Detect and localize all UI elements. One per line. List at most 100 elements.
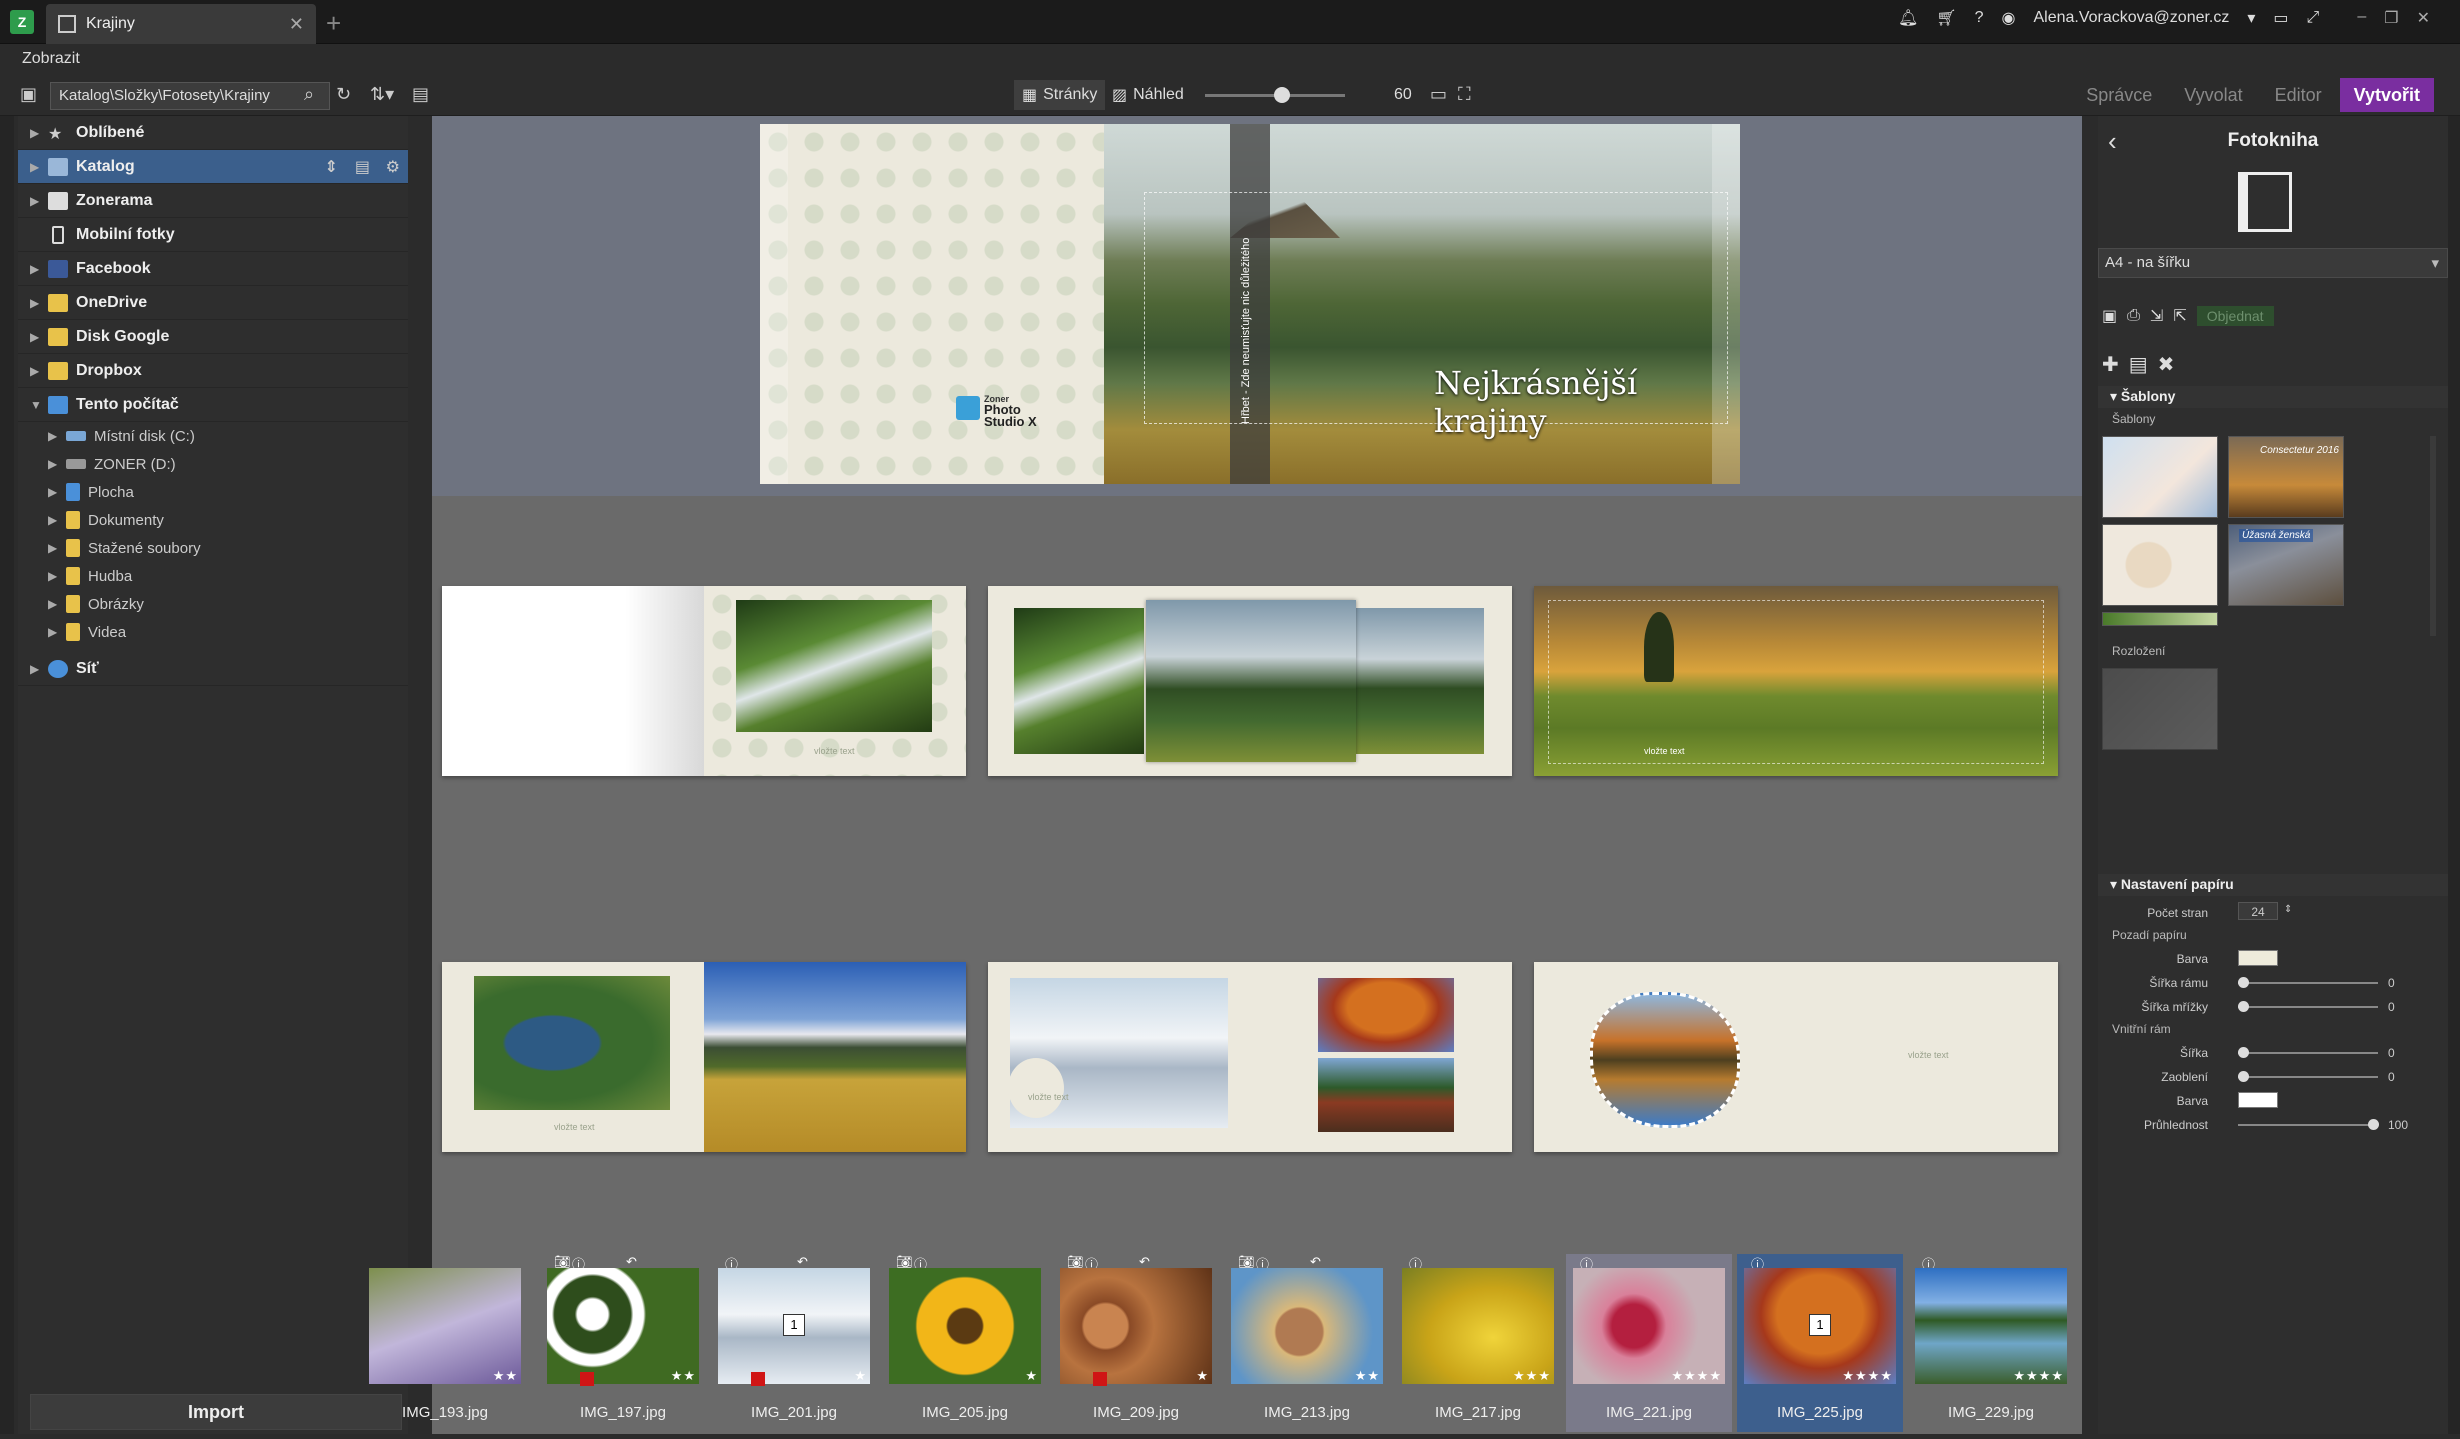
rating-stars[interactable]: ★ [1025, 1368, 1038, 1384]
grid-width-slider[interactable] [2238, 1001, 2378, 1012]
slider-knob[interactable] [2238, 1071, 2249, 1082]
monitor-icon[interactable]: ▭ [2273, 8, 2288, 28]
expand-arrow-icon[interactable]: ▶ [48, 513, 66, 527]
expand-arrow-icon[interactable]: ▶ [48, 597, 66, 611]
nav-onedrive[interactable]: ▶ OneDrive [18, 286, 408, 320]
nav-drive-c[interactable]: ▶ Místní disk (C:) [18, 422, 408, 450]
zoom-slider[interactable] [1205, 87, 1345, 103]
template-wedding[interactable] [2102, 524, 2218, 606]
inner-width-slider[interactable] [2238, 1047, 2378, 1058]
frame-width-slider[interactable] [2238, 977, 2378, 988]
preview-view-button[interactable]: ▨ Náhled [1104, 80, 1192, 110]
left-collapse-bar[interactable] [0, 116, 14, 1434]
rounding-slider[interactable] [2238, 1071, 2378, 1082]
right-collapse-bar[interactable] [2448, 116, 2460, 1434]
nav-music[interactable]: ▶ Hudba [18, 562, 408, 590]
photo-river-bend[interactable] [474, 976, 670, 1110]
thumbnail-selected[interactable]: ⓘ 1 ★★★★ IMG_225.jpg [1737, 1254, 1903, 1432]
rating-stars[interactable]: ★★ [493, 1368, 518, 1384]
color-label-red[interactable] [580, 1372, 594, 1386]
nav-network[interactable]: ▶ Síť [18, 652, 408, 686]
slider-knob[interactable] [2238, 1047, 2249, 1058]
page-count-input[interactable]: 24 [2238, 902, 2278, 920]
folder-icon[interactable]: ▤ [2129, 352, 2148, 377]
tab-krajiny[interactable]: Krajiny ✕ [46, 4, 316, 44]
import-button[interactable]: Import [30, 1394, 402, 1430]
rating-stars[interactable]: ★★★★ [2013, 1368, 2064, 1384]
paper-color-swatch[interactable] [2238, 950, 2278, 966]
menu-view[interactable]: Zobrazit [22, 50, 80, 67]
close-tab-icon[interactable]: ✕ [289, 14, 304, 35]
thumbnail-highlighted[interactable]: ⓘ ★★★★ IMG_221.jpg [1566, 1254, 1732, 1432]
photo-waterfall[interactable] [736, 600, 932, 732]
stepper-icon[interactable]: ⇕ [2284, 904, 2292, 915]
expand-arrow-icon[interactable]: ▶ [30, 296, 48, 310]
nav-pictures[interactable]: ▶ Obrázky [18, 590, 408, 618]
thumbnail[interactable]: ⓘ ★★★★ IMG_229.jpg [1908, 1254, 2074, 1432]
rating-stars[interactable]: ★★ [671, 1368, 696, 1384]
zoom-slider-knob[interactable] [1274, 87, 1290, 103]
template-city[interactable]: Consectetur 2016 [2228, 436, 2344, 518]
slider-knob[interactable] [2368, 1119, 2379, 1130]
folder-up-icon[interactable]: ▣ [20, 84, 37, 105]
photo-wheat-field[interactable] [704, 962, 966, 1152]
nav-catalog[interactable]: ▶ Katalog ⇕ ▤ ⚙ [18, 150, 408, 184]
chevron-down-icon[interactable]: ▾ [2247, 8, 2255, 28]
templates-section-header[interactable]: ▾ Šablony [2098, 386, 2448, 408]
pages-view-button[interactable]: ▦ Stránky [1014, 80, 1106, 110]
mode-develop[interactable]: Vyvolat [2170, 78, 2256, 112]
rating-stars[interactable]: ★ [1196, 1368, 1209, 1384]
photo-autumn-tree[interactable] [1318, 978, 1454, 1052]
text-placeholder[interactable]: vložte text [1908, 1050, 1949, 1060]
nav-videos[interactable]: ▶ Videa [18, 618, 408, 646]
photo-reflection-cloud[interactable] [1590, 992, 1740, 1128]
layout-thumbnail[interactable] [2102, 668, 2218, 750]
thumbnail[interactable]: 📷︎ ⓘ ↶ ★ IMG_209.jpg [1053, 1254, 1219, 1432]
user-email[interactable]: Alena.Vorackova@zoner.cz [2033, 9, 2229, 27]
rating-stars[interactable]: ★★★ [1513, 1368, 1551, 1384]
close-window-icon[interactable]: ✕ [2417, 8, 2430, 28]
spread-6[interactable]: vložte text [1534, 962, 2058, 1152]
photo-lake-center[interactable] [1146, 600, 1356, 762]
search-icon[interactable]: ⌕ [304, 84, 314, 105]
add-folder-icon[interactable]: ▤ [355, 157, 370, 177]
expand-arrow-icon[interactable]: ▶ [48, 457, 66, 471]
nav-downloads[interactable]: ▶ Stažené soubory [18, 534, 408, 562]
slider-knob[interactable] [2238, 1001, 2249, 1012]
order-button[interactable]: Objednat [2196, 306, 2274, 326]
spread-2[interactable] [988, 586, 1512, 776]
rating-stars[interactable]: ★★★★ [1842, 1368, 1893, 1384]
spread-3[interactable]: vložte text [1534, 586, 2058, 776]
nav-favorites[interactable]: ▶ ★ Oblíbené [18, 116, 408, 150]
spread-1[interactable]: vložte text [442, 586, 966, 776]
nav-mobile-photos[interactable]: Mobilní fotky [18, 218, 408, 252]
expand-arrow-icon[interactable]: ▶ [48, 485, 66, 499]
text-placeholder[interactable]: vložte text [1644, 746, 1685, 756]
expand-arrow-icon[interactable]: ▶ [48, 569, 66, 583]
expand-arrow-icon[interactable]: ▶ [48, 625, 66, 639]
minimize-icon[interactable]: – [2357, 8, 2366, 28]
bell-icon[interactable]: 🔔︎ [1898, 8, 1918, 28]
spread-5[interactable]: vložte text [988, 962, 1512, 1152]
expand-arrow-icon[interactable]: ▶ [48, 429, 66, 443]
template-mountain[interactable]: Úžasná ženská [2228, 524, 2344, 606]
thumbnail[interactable]: 📷︎ ⓘ ↶ ★★ IMG_197.jpg [540, 1254, 706, 1432]
book-cover[interactable]: Hřbet - Zde neumisťujte nic důležitého N… [760, 124, 1740, 484]
expand-arrow-icon[interactable]: ▶ [48, 541, 66, 555]
color-label-red[interactable] [1093, 1372, 1107, 1386]
opacity-slider[interactable] [2238, 1119, 2379, 1130]
color-label-red[interactable] [751, 1372, 765, 1386]
actual-size-icon[interactable]: ▭ [1430, 84, 1447, 105]
thumbnail[interactable]: ★★ IMG_193.jpg [362, 1254, 528, 1432]
sort-arrows-icon[interactable]: ⇕ [325, 157, 338, 177]
spread-4[interactable]: vložte text [442, 962, 966, 1152]
rating-stars[interactable]: ★ [854, 1368, 867, 1384]
fit-screen-icon[interactable]: ⛶ [1458, 84, 1471, 105]
gear-icon[interactable]: ⚙ [386, 157, 400, 177]
photo-stream[interactable] [1014, 608, 1144, 754]
restore-icon[interactable]: ❐ [2384, 8, 2398, 28]
slider-knob[interactable] [2238, 977, 2249, 988]
add-tab-button[interactable]: + [326, 8, 341, 39]
help-icon[interactable]: ? [1975, 9, 1984, 27]
path-field[interactable]: Katalog\Složky\Fotosety\Krajiny [50, 82, 330, 110]
